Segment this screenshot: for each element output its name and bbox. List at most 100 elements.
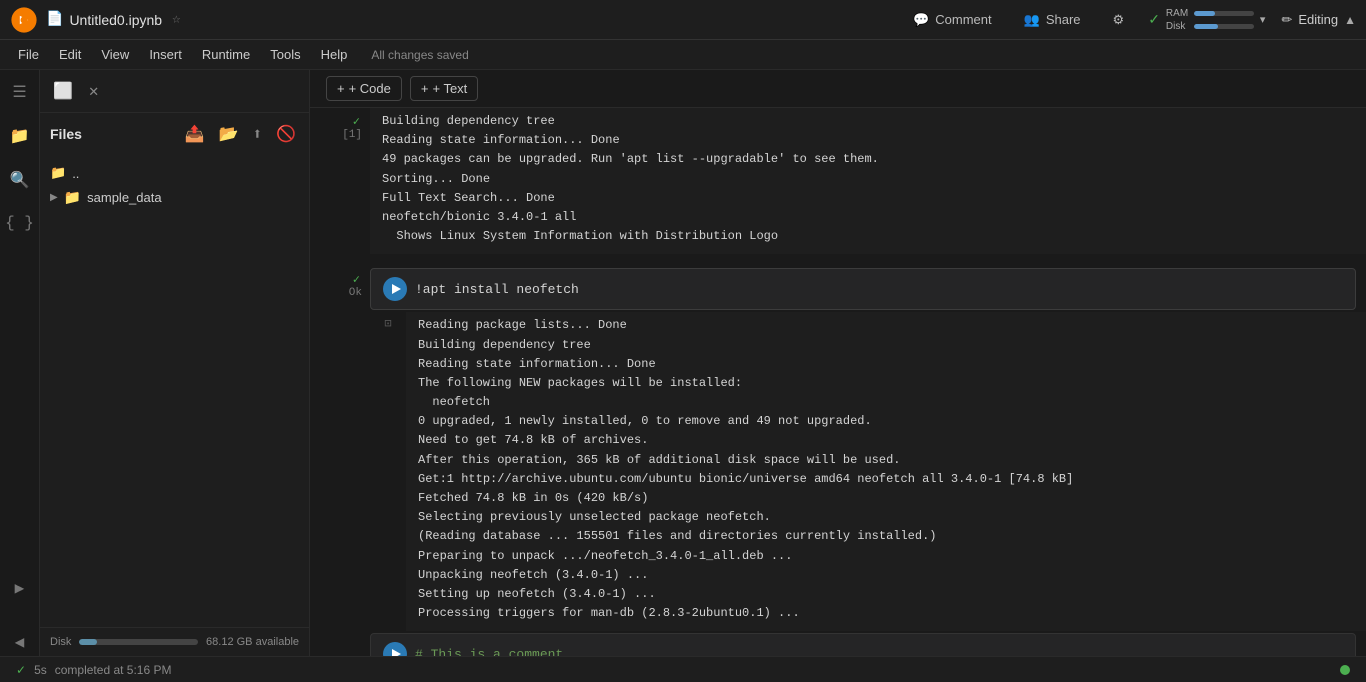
output-line: neofetch/bionic 3.4.0-1 all bbox=[382, 208, 1354, 227]
spacer bbox=[310, 254, 1366, 266]
cell2-input: !apt install neofetch bbox=[371, 269, 1355, 309]
new-folder-icon[interactable]: 📂 bbox=[216, 121, 242, 147]
add-code-label: + Code bbox=[349, 81, 391, 96]
output-line: Reading state information... Done bbox=[418, 355, 1354, 374]
file-tree: 📁 .. ▶ 📁 sample_data bbox=[40, 155, 309, 627]
terminal-icon[interactable]: ▶ bbox=[11, 574, 29, 602]
share-button[interactable]: 👥 Share bbox=[1016, 8, 1089, 32]
cell1-check: ✓ bbox=[353, 114, 360, 129]
settings-button[interactable]: ⚙ bbox=[1105, 8, 1133, 32]
cell2-row: ✓ Ok !apt install neofetch bbox=[310, 266, 1366, 312]
ram-dropdown-icon[interactable]: ▾ bbox=[1260, 13, 1266, 26]
cell3-run-button[interactable] bbox=[383, 642, 407, 656]
left-strip: ☰ 📁 🔍 { } ▶ ◀ bbox=[0, 70, 40, 656]
cell2-gutter: ✓ Ok bbox=[310, 266, 370, 299]
output-line: After this operation, 365 kB of addition… bbox=[418, 451, 1354, 470]
cell2-run-button[interactable] bbox=[383, 277, 407, 301]
cell1-content: Building dependency tree Reading state i… bbox=[370, 108, 1366, 254]
sidebar-window-icon[interactable]: ⬜ bbox=[50, 78, 76, 104]
disk-full-bar bbox=[79, 639, 198, 645]
cell2-wrapper: ✓ Ok !apt install neofetch bbox=[310, 266, 1366, 631]
sample-folder-icon: 📁 bbox=[64, 189, 81, 206]
chevron-up-icon[interactable]: ▲ bbox=[1344, 13, 1356, 27]
sidebar-title: Files bbox=[50, 126, 82, 142]
editing-label: Editing bbox=[1298, 12, 1338, 27]
file-tree-parent[interactable]: 📁 .. bbox=[40, 161, 309, 185]
collapse-icon[interactable]: ◀ bbox=[11, 628, 29, 656]
output-line: Building dependency tree bbox=[418, 336, 1354, 355]
output-line: Processing triggers for man-db (2.8.3-2u… bbox=[418, 604, 1354, 623]
menu-file[interactable]: File bbox=[10, 43, 47, 66]
refresh-icon[interactable]: 🚫 bbox=[273, 121, 299, 147]
changes-saved: All changes saved bbox=[371, 48, 468, 62]
files-icon[interactable]: 📁 bbox=[6, 122, 34, 150]
link-text[interactable]: neofetch/bionic bbox=[382, 210, 490, 224]
share-label: Share bbox=[1046, 12, 1081, 27]
file-icon: 📄 bbox=[46, 11, 63, 28]
top-bar: 📄 Untitled0.ipynb ☆ 💬 Comment 👥 Share ⚙ … bbox=[0, 0, 1366, 40]
main-area: ☰ 📁 🔍 { } ▶ ◀ ⬜ ✕ Files 📤 📂 ⬆ 🚫 📁 .. bbox=[0, 70, 1366, 656]
hamburger-icon[interactable]: ☰ bbox=[8, 78, 30, 106]
cell2-code-text: !apt install neofetch bbox=[415, 280, 579, 300]
add-text-icon: + bbox=[421, 81, 429, 96]
comment-label: Comment bbox=[935, 12, 991, 27]
parent-label: .. bbox=[72, 166, 79, 181]
cell1-gutter: ✓ [1] bbox=[310, 108, 370, 141]
disk-text: Disk bbox=[50, 636, 71, 648]
ram-disk-bars: RAM Disk bbox=[1166, 8, 1254, 32]
archive-link[interactable]: http://archive.ubuntu.com/ubuntu bbox=[461, 472, 691, 486]
output-line: The following NEW packages will be insta… bbox=[418, 374, 1354, 393]
output-line: Setting up neofetch (3.4.0-1) ... bbox=[418, 585, 1354, 604]
sidebar-header: Files 📤 📂 ⬆ 🚫 bbox=[40, 113, 309, 155]
menu-help[interactable]: Help bbox=[313, 43, 356, 66]
ram-bar-row: RAM bbox=[1166, 8, 1254, 19]
sample-data-label: sample_data bbox=[87, 190, 161, 205]
disk-bar-bg bbox=[1194, 24, 1254, 29]
menu-bar: File Edit View Insert Runtime Tools Help… bbox=[0, 40, 1366, 70]
sidebar-header-icons: 📤 📂 ⬆ 🚫 bbox=[182, 121, 299, 147]
run-triangle3 bbox=[392, 649, 401, 656]
folder-arrow-icon: ▶ bbox=[50, 192, 58, 203]
cell3-input: # This is a comment bbox=[371, 634, 1355, 656]
upload-folder-icon[interactable]: ⬆ bbox=[249, 121, 265, 147]
output-expand-icon[interactable]: ⊡ bbox=[384, 316, 391, 331]
cell2-output: Reading package lists... Done Building d… bbox=[406, 312, 1366, 631]
code-icon[interactable]: { } bbox=[1, 210, 38, 236]
cell3-row: # This is a comment ↑ ↓ 🔗 💬 ⚙ ⧉ bbox=[310, 631, 1366, 656]
file-tree-sample-data[interactable]: ▶ 📁 sample_data bbox=[40, 185, 309, 210]
search-icon[interactable]: 🔍 bbox=[6, 166, 34, 194]
cell3-code-text: # This is a comment bbox=[415, 645, 563, 656]
menu-view[interactable]: View bbox=[93, 43, 137, 66]
upload-file-icon[interactable]: 📤 bbox=[182, 121, 208, 147]
menu-insert[interactable]: Insert bbox=[141, 43, 190, 66]
output-line: Unpacking neofetch (3.4.0-1) ... bbox=[418, 566, 1354, 585]
notebook-area: + + Code + + Text ✓ [1] Buildin bbox=[310, 70, 1366, 656]
ram-bar-bg bbox=[1194, 11, 1254, 16]
output-line: 0 upgraded, 1 newly installed, 0 to remo… bbox=[418, 412, 1354, 431]
notebook-toolbar: + + Code + + Text bbox=[310, 70, 1366, 108]
comment-button[interactable]: 💬 Comment bbox=[905, 8, 1000, 32]
cell1-number: [1] bbox=[342, 129, 362, 141]
ram-disk-area: ✓ RAM Disk ▾ bbox=[1148, 8, 1265, 32]
output-line: Shows Linux System Information with Dist… bbox=[382, 227, 1354, 246]
editing-area: ✏ Editing ▲ bbox=[1281, 12, 1356, 28]
cell2-code[interactable]: !apt install neofetch bbox=[370, 268, 1356, 310]
cell3-content: # This is a comment ↑ ↓ 🔗 💬 ⚙ ⧉ bbox=[370, 631, 1366, 656]
cell2-number: Ok bbox=[349, 287, 362, 299]
menu-tools[interactable]: Tools bbox=[262, 43, 308, 66]
star-icon[interactable]: ☆ bbox=[172, 11, 180, 28]
menu-runtime[interactable]: Runtime bbox=[194, 43, 258, 66]
ram-check-icon: ✓ bbox=[1148, 11, 1160, 28]
output-line: Reading state information... Done bbox=[382, 131, 1354, 150]
add-text-button[interactable]: + + Text bbox=[410, 76, 478, 101]
cell3-code[interactable]: # This is a comment bbox=[370, 633, 1356, 656]
top-right-actions: 💬 Comment 👥 Share ⚙ ✓ RAM Disk bbox=[905, 8, 1356, 32]
menu-edit[interactable]: Edit bbox=[51, 43, 89, 66]
output-line: Selecting previously unselected package … bbox=[418, 508, 1354, 527]
disk-bar-row: Disk 68.12 GB available bbox=[50, 636, 299, 648]
settings-icon: ⚙ bbox=[1113, 12, 1125, 28]
disk-bar-row: Disk bbox=[1166, 21, 1254, 32]
add-code-button[interactable]: + + Code bbox=[326, 76, 402, 101]
cell1-output: Building dependency tree Reading state i… bbox=[370, 108, 1366, 254]
sidebar-close-icon[interactable]: ✕ bbox=[86, 78, 102, 104]
